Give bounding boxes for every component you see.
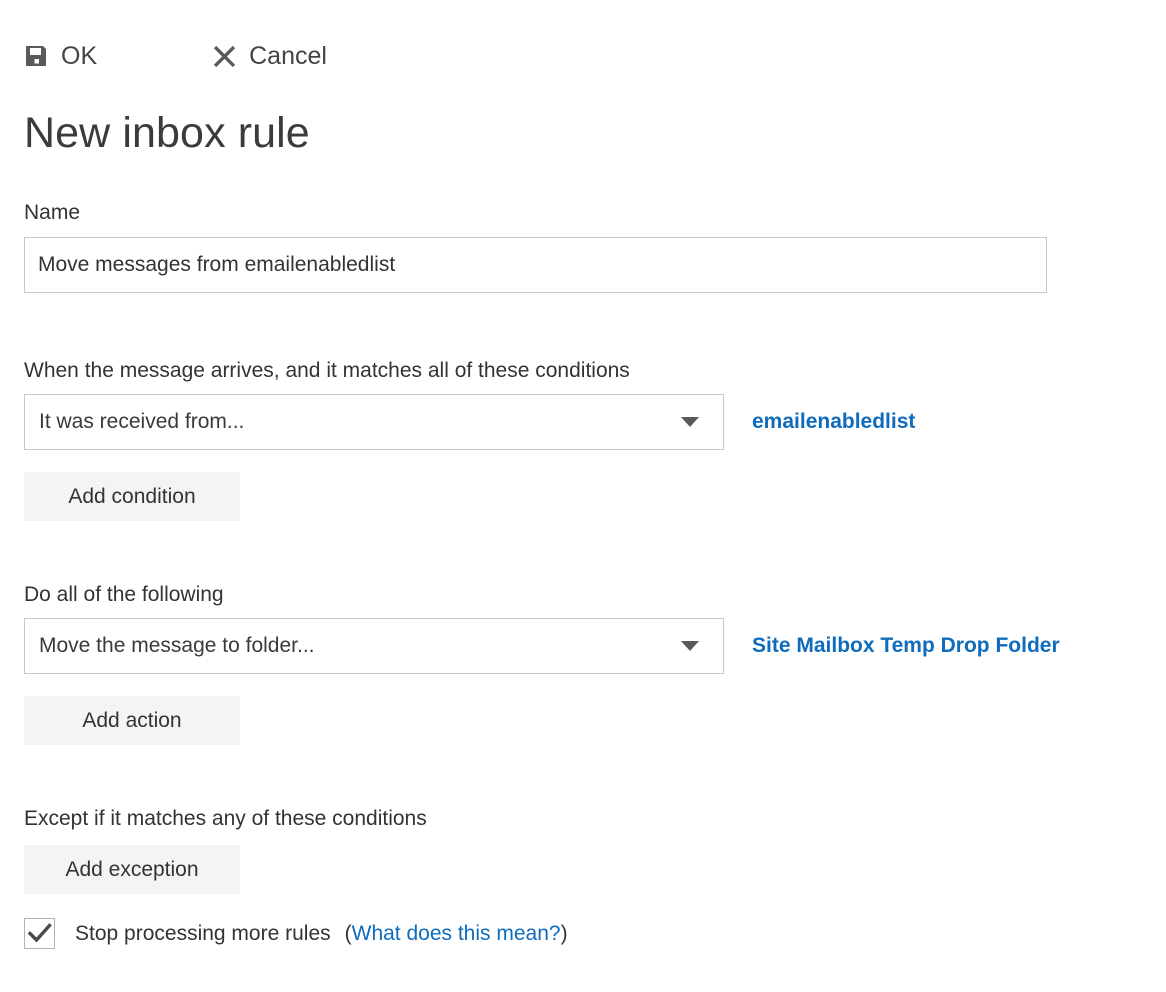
cancel-button[interactable]: Cancel bbox=[213, 41, 327, 70]
ok-button[interactable]: OK bbox=[24, 41, 98, 70]
checkmark-icon bbox=[28, 923, 52, 943]
action-select[interactable]: Move the message to folder... bbox=[24, 618, 724, 675]
exceptions-label: Except if it matches any of these condit… bbox=[24, 807, 427, 830]
action-select-value: Move the message to folder... bbox=[39, 634, 315, 658]
chevron-down-icon bbox=[681, 417, 699, 428]
condition-select[interactable]: It was received from... bbox=[24, 394, 724, 451]
rule-name-input[interactable] bbox=[24, 237, 1047, 294]
ok-button-label: OK bbox=[61, 41, 98, 70]
name-label: Name bbox=[24, 201, 81, 224]
conditions-label: When the message arrives, and it matches… bbox=[24, 359, 630, 382]
conditions-section: When the message arrives, and it matches… bbox=[24, 358, 915, 522]
name-field-group: Name bbox=[24, 200, 1047, 294]
help-close-paren: ) bbox=[560, 921, 568, 945]
help-text: (What does this mean?) bbox=[345, 922, 568, 946]
stop-processing-row: Stop processing more rules (What does th… bbox=[24, 918, 568, 949]
actions-label: Do all of the following bbox=[24, 583, 224, 606]
close-icon bbox=[213, 45, 236, 68]
cancel-button-label: Cancel bbox=[249, 41, 327, 70]
actions-section: Do all of the following Move the message… bbox=[24, 582, 1060, 746]
what-does-this-mean-link[interactable]: What does this mean? bbox=[352, 922, 561, 945]
condition-value-link[interactable]: emailenabledlist bbox=[752, 410, 915, 434]
action-value-link[interactable]: Site Mailbox Temp Drop Folder bbox=[752, 634, 1060, 658]
add-condition-button[interactable]: Add condition bbox=[24, 472, 240, 522]
chevron-down-icon bbox=[681, 641, 699, 652]
page-title: New inbox rule bbox=[24, 109, 310, 157]
exceptions-section: Except if it matches any of these condit… bbox=[24, 806, 427, 895]
add-exception-button[interactable]: Add exception bbox=[24, 845, 240, 895]
stop-processing-label: Stop processing more rules bbox=[75, 921, 331, 945]
add-action-button[interactable]: Add action bbox=[24, 696, 240, 746]
new-inbox-rule-page: OK Cancel New inbox rule Name When the m… bbox=[0, 0, 1166, 992]
help-open-paren: ( bbox=[344, 921, 352, 945]
save-icon bbox=[24, 44, 48, 68]
action-row: Move the message to folder... Site Mailb… bbox=[24, 618, 1060, 675]
command-toolbar: OK Cancel bbox=[24, 34, 327, 78]
condition-row: It was received from... emailenabledlist bbox=[24, 394, 915, 451]
stop-processing-checkbox[interactable] bbox=[24, 918, 55, 949]
condition-select-value: It was received from... bbox=[39, 410, 245, 434]
